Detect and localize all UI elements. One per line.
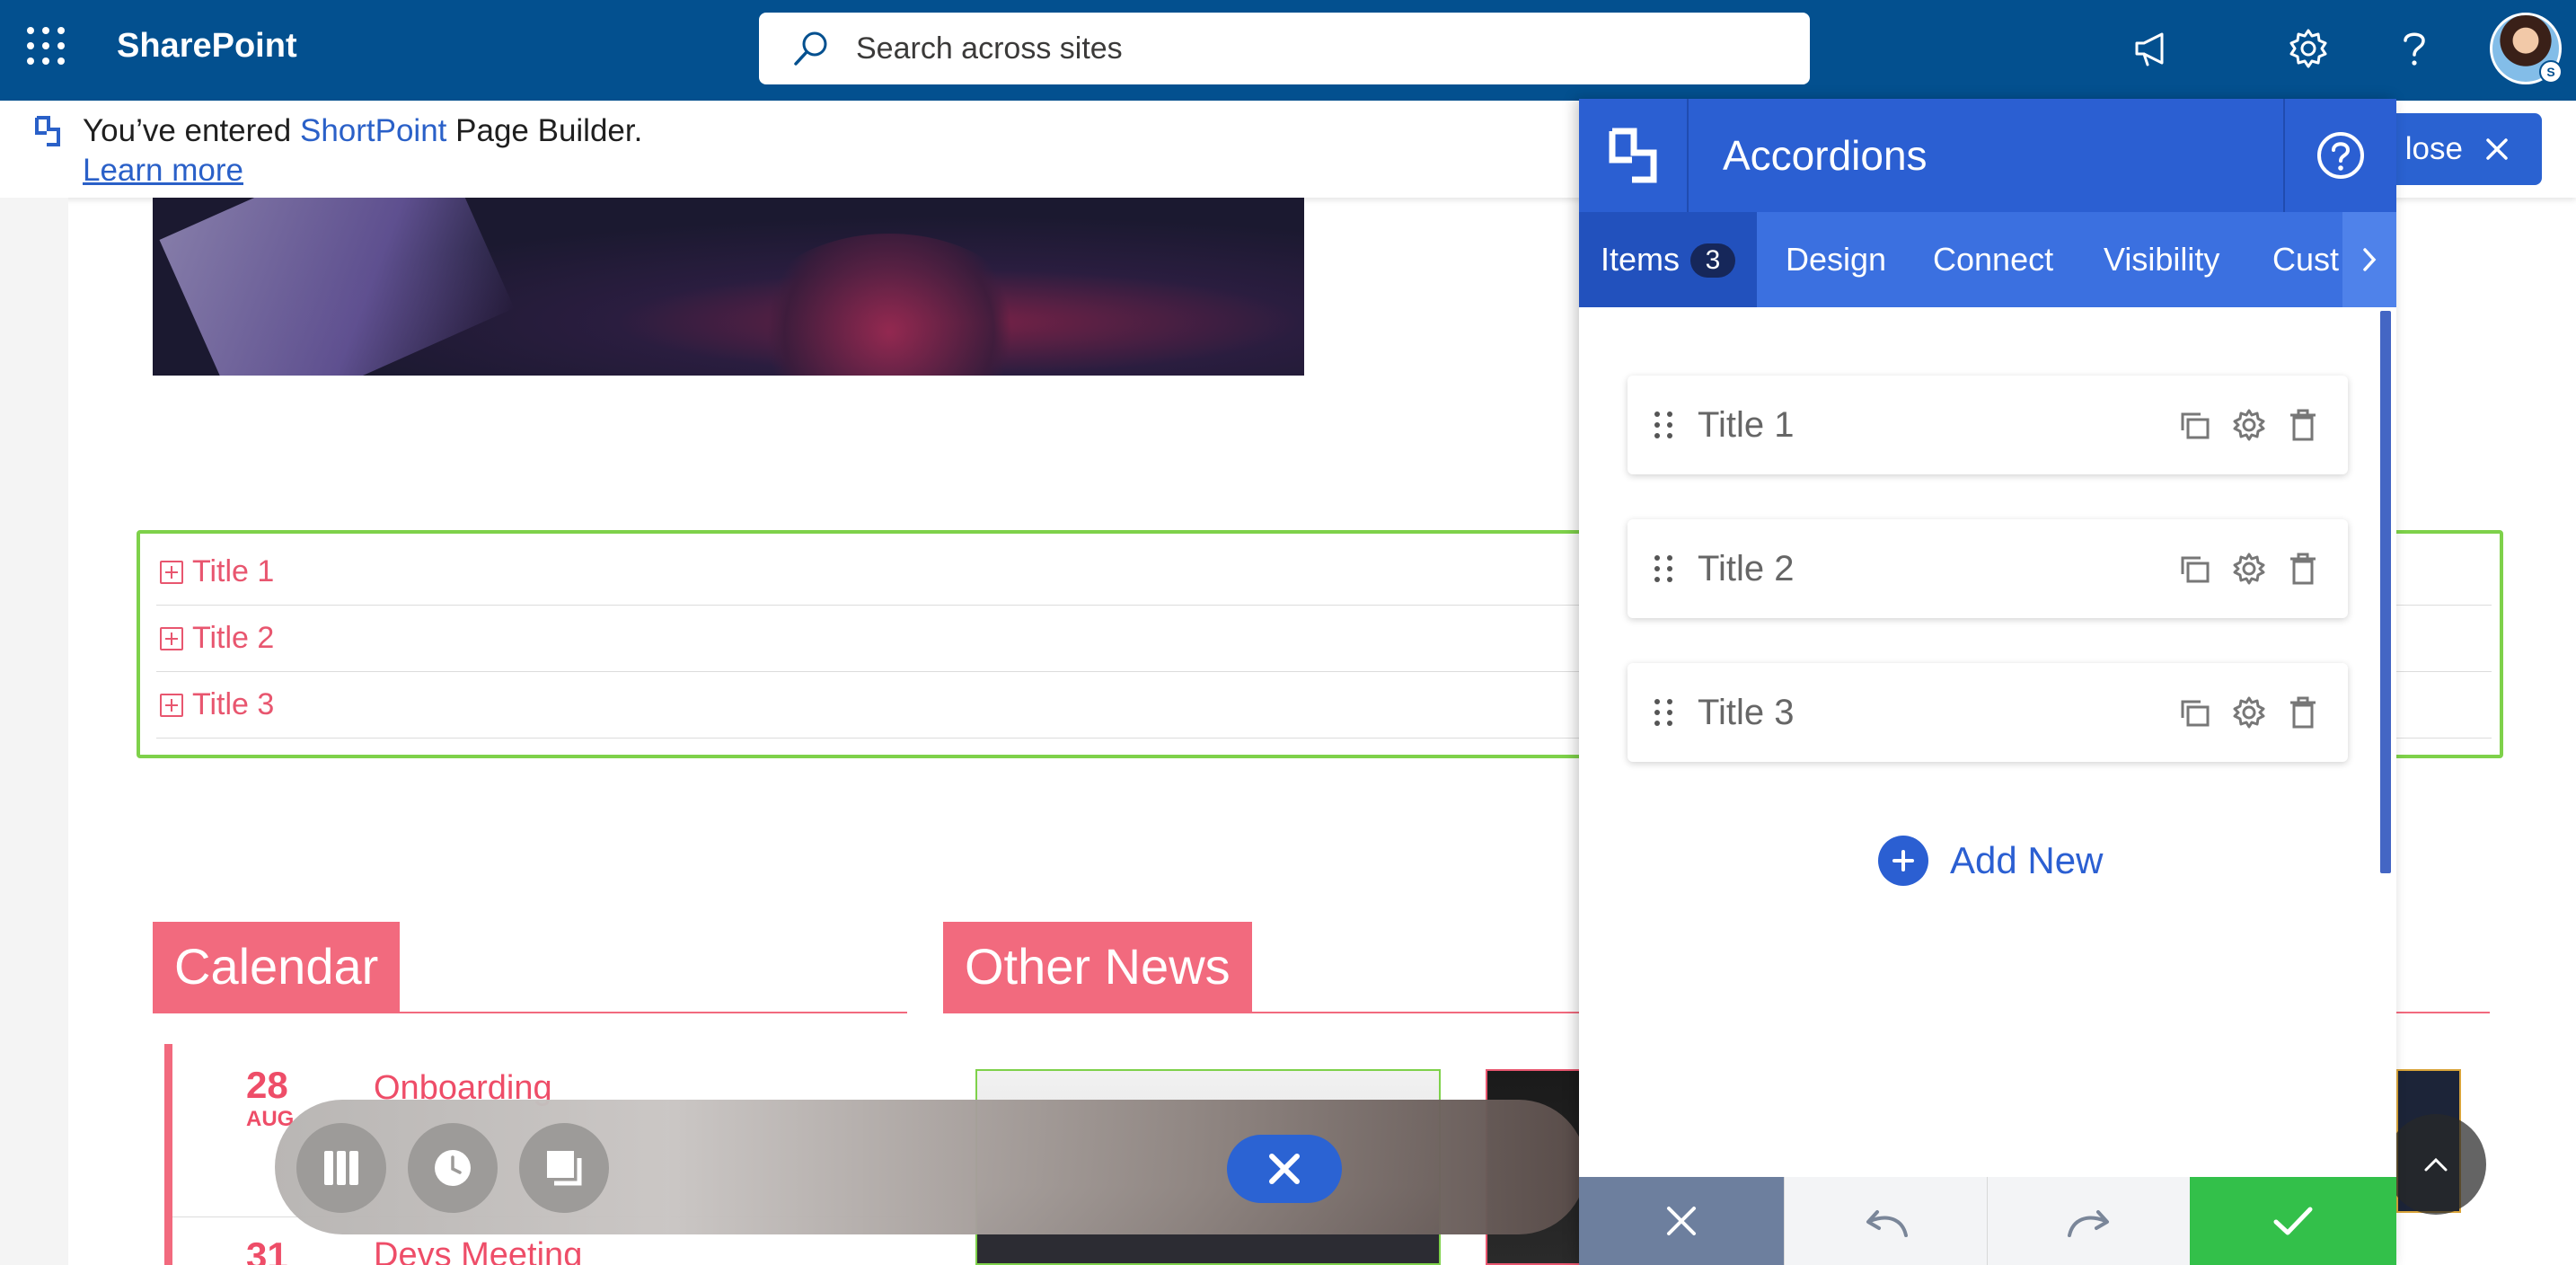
user-avatar[interactable]: S (2490, 13, 2563, 84)
gear-icon[interactable] (2280, 20, 2337, 77)
redo-icon (2067, 1210, 2109, 1237)
close-icon (1667, 1207, 1696, 1235)
trash-icon (2290, 696, 2316, 729)
trash-icon (2290, 553, 2316, 585)
panel-footer (1579, 1177, 2396, 1265)
gear-icon (2233, 553, 2265, 585)
checkmark-icon (2273, 1207, 2313, 1235)
duplicate-button[interactable] (2168, 686, 2222, 739)
builder-notice-text: You’ve entered ShortPoint Page Builder. (83, 113, 643, 148)
event-day: 28 (246, 1064, 288, 1106)
learn-more-link[interactable]: Learn more (83, 153, 243, 189)
duplicate-icon (2181, 412, 2210, 439)
app-name[interactable]: SharePoint (117, 27, 297, 66)
element-settings-panel: Accordions Items 3 Design Connect Visibil… (1579, 99, 2396, 1265)
avatar-status-icon: S (2539, 60, 2563, 84)
tab-items[interactable]: Items 3 (1579, 212, 1758, 307)
chevron-up-icon (2424, 1157, 2448, 1172)
accordion-item-card[interactable]: Title 2 (1628, 519, 2348, 618)
item-card-title: Title 3 (1698, 692, 1795, 732)
undo-icon (1866, 1210, 1908, 1237)
tab-design[interactable]: Design (1786, 212, 1886, 307)
app-launcher-icon[interactable] (27, 27, 65, 65)
close-builder-label: lose (2404, 131, 2463, 166)
undo-button[interactable] (1784, 1177, 1987, 1265)
panel-title: Accordions (1723, 132, 1928, 179)
panel-help-button[interactable] (2283, 99, 2396, 212)
other-news-heading: Other News (943, 922, 1252, 1012)
item-card-title: Title 1 (1698, 404, 1795, 445)
accordion-item-title: Title 3 (192, 687, 275, 721)
redo-button[interactable] (1987, 1177, 2190, 1265)
delete-button[interactable] (2276, 398, 2330, 452)
add-new-label: Add New (1950, 839, 2104, 881)
gear-icon (2233, 409, 2265, 441)
drag-handle-icon[interactable] (1654, 555, 1672, 582)
event-day: 31 (246, 1234, 288, 1265)
expand-plus-icon (160, 560, 183, 584)
search-box[interactable] (759, 13, 1810, 84)
drag-handle-icon[interactable] (1654, 699, 1672, 726)
layers-icon (547, 1151, 582, 1186)
add-new-item-button[interactable]: Add New (1878, 836, 2103, 886)
calendar-heading: Calendar (153, 922, 401, 1012)
tab-visibility[interactable]: Visibility (2104, 212, 2219, 307)
scroll-to-top-button[interactable] (2386, 1114, 2486, 1215)
clock-icon (435, 1150, 471, 1186)
duplicate-button[interactable] (2168, 542, 2222, 596)
question-circle-icon (2317, 132, 2364, 179)
tab-connect[interactable]: Connect (1933, 212, 2053, 307)
help-icon[interactable] (2386, 20, 2443, 77)
expand-plus-icon (160, 626, 183, 650)
item-card-title: Title 2 (1698, 548, 1795, 588)
accordion-item-title: Title 2 (192, 621, 275, 655)
calendar-heading-rule (153, 1012, 907, 1013)
suite-bar: SharePoint S (0, 0, 2576, 101)
duplicate-icon (2181, 700, 2210, 727)
cancel-button[interactable] (1579, 1177, 1784, 1265)
tab-label: Items (1601, 241, 1681, 278)
drag-handle-icon[interactable] (1654, 411, 1672, 438)
search-input[interactable] (856, 31, 1664, 66)
columns-icon (324, 1151, 358, 1185)
search-icon (794, 31, 827, 66)
duplicate-button[interactable] (2168, 398, 2222, 452)
gear-icon (2233, 696, 2265, 729)
accordion-item-title: Title 1 (192, 554, 275, 588)
close-icon (1269, 1154, 1300, 1184)
delete-button[interactable] (2276, 542, 2330, 596)
accordion-item-card[interactable]: Title 3 (1628, 663, 2348, 762)
columns-button[interactable] (296, 1123, 386, 1213)
page-left-rail (0, 198, 68, 1265)
hero-image (153, 198, 1304, 376)
panel-scrollbar[interactable] (2380, 311, 2391, 873)
calendar-accent-bar (164, 1044, 172, 1265)
toolbar-close-button[interactable] (1227, 1135, 1342, 1203)
trash-icon (2290, 409, 2316, 441)
plus-circle-icon (1878, 836, 1928, 886)
panel-header: Accordions (1579, 99, 2396, 212)
shortpoint-logo-icon (1579, 99, 1689, 212)
event-title[interactable]: Devs Meeting (374, 1236, 582, 1265)
item-settings-button[interactable] (2222, 542, 2276, 596)
chevron-right-icon (2363, 248, 2377, 271)
item-settings-button[interactable] (2222, 686, 2276, 739)
expand-plus-icon (160, 693, 183, 717)
save-button[interactable] (2190, 1177, 2396, 1265)
tab-custom[interactable]: Cust (2272, 212, 2339, 307)
items-count-badge: 3 (1690, 243, 1736, 278)
item-settings-button[interactable] (2222, 398, 2276, 452)
panel-tabs: Items 3 Design Connect Visibility Cust (1579, 212, 2396, 307)
layers-button[interactable] (519, 1123, 609, 1213)
shortpoint-name: ShortPoint (299, 113, 447, 148)
history-button[interactable] (408, 1123, 498, 1213)
delete-button[interactable] (2276, 686, 2330, 739)
megaphone-icon[interactable] (2123, 20, 2181, 77)
close-icon (2486, 138, 2508, 160)
accordion-item-card[interactable]: Title 1 (1628, 376, 2348, 474)
shortpoint-logo-icon (35, 116, 60, 146)
tabs-next-button[interactable] (2342, 212, 2396, 307)
duplicate-icon (2181, 556, 2210, 583)
